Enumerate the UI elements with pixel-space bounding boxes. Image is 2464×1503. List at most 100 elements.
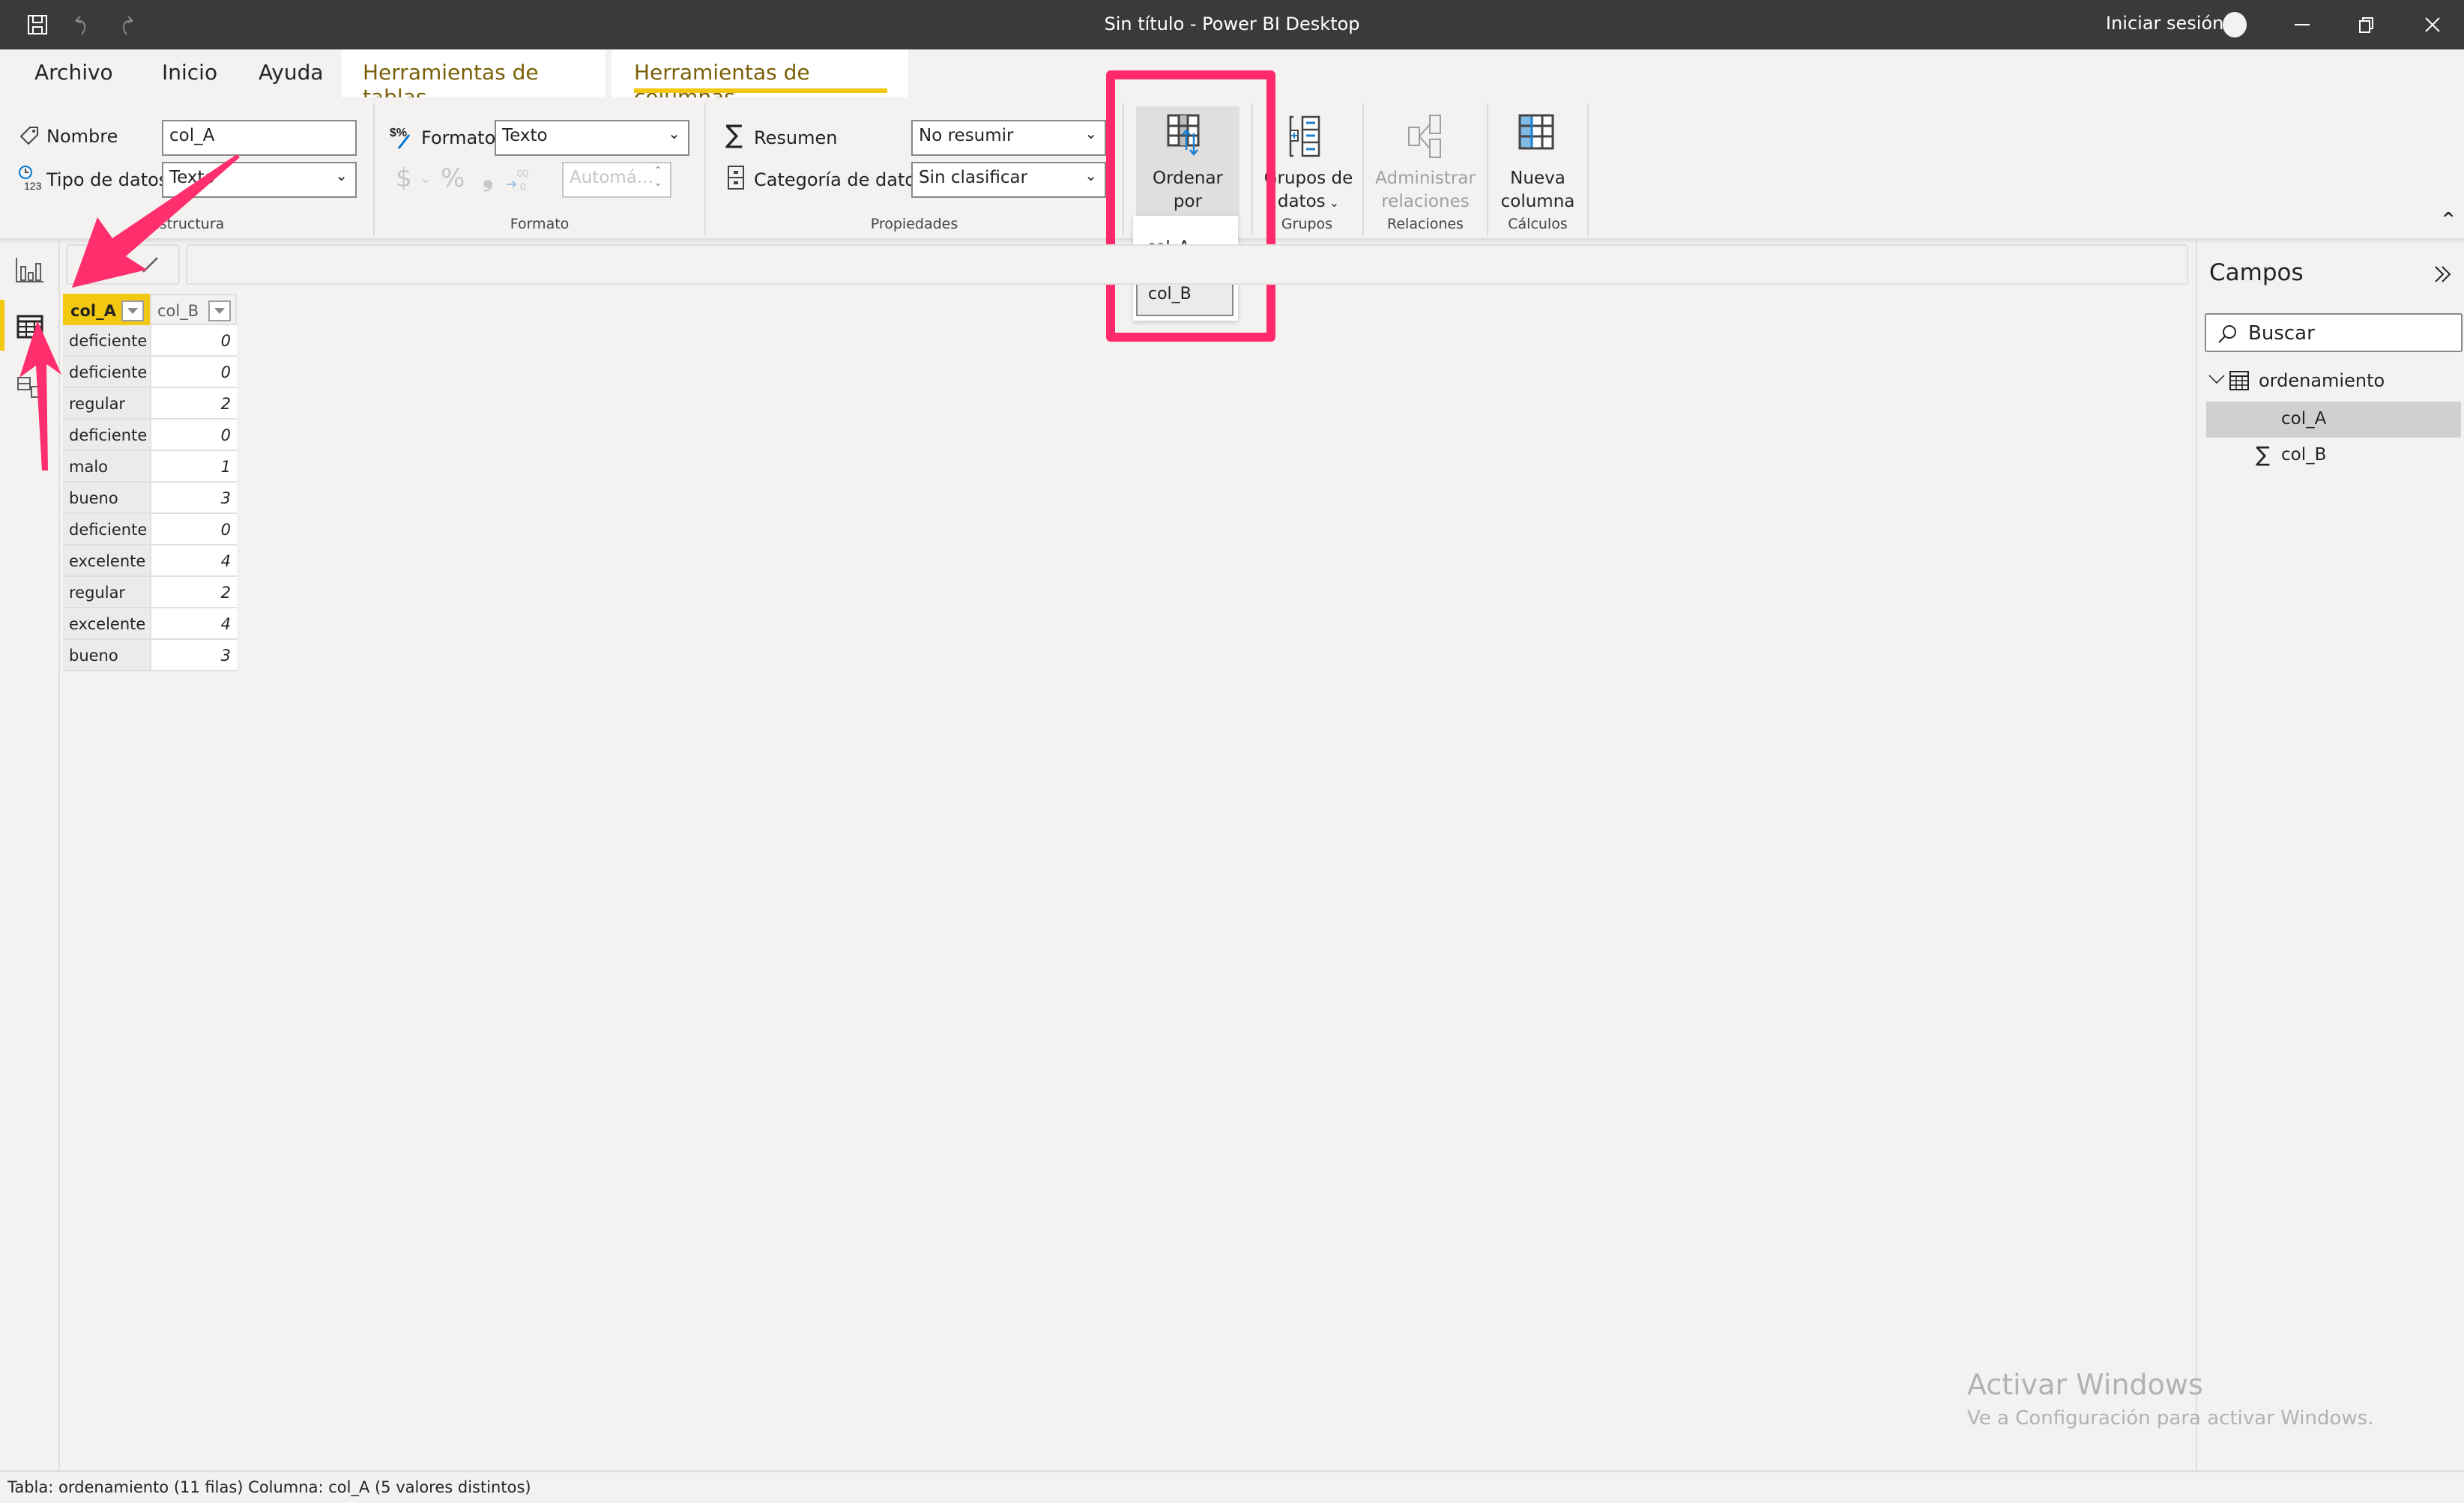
data-category-icon [728,166,744,190]
new-column-icon [1518,114,1554,150]
cell-col-b[interactable]: 0 [150,420,237,451]
tab-ayuda[interactable]: Ayuda [259,49,324,97]
manage-relationships-button[interactable]: Administrar relaciones [1364,106,1487,214]
categoria-label: Categoría de datos [754,169,925,190]
table-node-ordenamiento[interactable]: ordenamiento [2208,367,2463,397]
tab-herramientas-tablas[interactable]: Herramientas de tablas [342,49,606,109]
field-col-b[interactable]: ∑ col_B [2206,438,2461,474]
decimals-spinner[interactable]: Automá... ⌃ ⌄ [562,162,671,198]
fields-pane: Campos Buscar ordenamiento col_A ∑ col_B [2196,238,2464,1470]
column-header-col-a[interactable]: col_A [63,294,150,325]
fields-search-input[interactable]: Buscar [2205,313,2463,352]
cell-col-a[interactable]: deficiente [63,325,150,357]
new-column-button[interactable]: Nueva columna [1490,106,1586,214]
new-column-label-2: columna [1500,192,1575,211]
minimize-icon[interactable] [2280,7,2325,42]
close-icon[interactable] [2410,7,2455,42]
active-view-indicator [0,300,4,351]
cell-col-b[interactable]: 3 [150,640,237,671]
cell-col-b[interactable]: 4 [150,608,237,640]
bar-chart-icon[interactable] [13,253,46,286]
close-icon[interactable] [87,253,111,277]
cell-col-b[interactable]: 0 [150,325,237,357]
collapse-ribbon-icon[interactable]: ^ [2442,210,2455,229]
status-bar: Tabla: ordenamiento (11 filas) Columna: … [0,1470,2464,1503]
collapse-pane-icon[interactable] [2433,264,2454,285]
tab-archivo[interactable]: Archivo [34,49,113,97]
tab-inicio[interactable]: Inicio [162,49,217,97]
title-bar: Sin título - Power BI Desktop Iniciar se… [0,0,2464,49]
avatar[interactable] [2223,12,2247,37]
cell-col-b[interactable]: 0 [150,514,237,545]
formato-label: Formato [421,127,496,148]
formula-input[interactable] [186,244,2188,285]
cell-col-a[interactable]: malo [63,451,150,483]
field-name: col_B [2281,445,2327,465]
table-row: deficiente 0 [63,325,237,357]
percent-icon[interactable]: % [441,163,465,193]
data-groups-label-2: datos [1277,192,1326,211]
cell-col-a[interactable]: bueno [63,483,150,514]
column-header-label: col_A [70,302,116,320]
filter-dropdown-icon[interactable] [208,300,231,321]
signin-link[interactable]: Iniciar sesión [2106,13,2223,34]
cell-col-b[interactable]: 4 [150,545,237,577]
cell-col-a[interactable]: bueno [63,640,150,671]
table-grid-icon[interactable] [13,310,46,343]
spinner-icon: ⌃ ⌄ [653,165,662,189]
table-row: excelente 4 [63,545,237,577]
manage-relationships-label-2: relaciones [1381,192,1470,211]
check-icon[interactable] [136,256,159,274]
cell-col-b[interactable]: 3 [150,483,237,514]
table-row: deficiente 0 [63,357,237,388]
model-icon[interactable] [13,370,46,403]
table-row: excelente 4 [63,608,237,640]
column-header-label: col_B [157,302,199,320]
tab-herramientas-columnas[interactable]: Herramientas de columnas [612,49,908,109]
field-name: col_A [2281,409,2327,429]
manage-relationships-label-1: Administrar [1375,169,1476,188]
cell-col-b[interactable]: 0 [150,357,237,388]
cell-col-a[interactable]: regular [63,577,150,608]
filter-dropdown-icon[interactable] [121,300,144,321]
tipo-datos-select[interactable]: Texto ⌄ [162,162,357,198]
comma-icon[interactable]: ❟ [483,162,493,193]
cell-col-a[interactable]: deficiente [63,420,150,451]
chevron-down-icon: ⌄ [1084,166,1097,184]
cell-col-a[interactable]: deficiente [63,357,150,388]
categoria-select[interactable]: Sin clasificar ⌄ [911,162,1106,198]
field-col-a[interactable]: col_A [2206,402,2461,438]
table-row: bueno 3 [63,640,237,671]
nombre-input[interactable]: col_A [162,120,357,156]
formato-select[interactable]: Texto ⌄ [495,120,689,156]
chevron-down-icon: ⌄ [335,166,348,184]
format-icon: $% [390,127,411,149]
cell-col-a[interactable]: excelente [63,545,150,577]
group-label-formato: Formato [510,216,570,232]
sigma-icon: ∑ [2256,442,2270,467]
cell-col-a[interactable]: excelente [63,608,150,640]
group-label-calculos: Cálculos [1508,216,1568,232]
group-label-relaciones: Relaciones [1387,216,1464,232]
data-type-icon: 123 [19,166,42,192]
chevron-down-icon: ⌄ [1084,124,1097,142]
table-row: malo 1 [63,451,237,483]
table-row: deficiente 0 [63,420,237,451]
svg-text:.0: .0 [517,181,526,193]
activation-watermark-text: Ve a Configuración para activar Windows. [1967,1407,2374,1430]
table-name: ordenamiento [2259,370,2385,391]
column-header-col-b[interactable]: col_B [150,294,237,325]
decimal-icon[interactable]: .00.0 [505,166,531,193]
categoria-value: Sin clasificar [919,168,1028,187]
currency-icon[interactable]: $ [396,163,412,193]
chevron-down-icon: ⌄ [1325,196,1340,210]
cell-col-a[interactable]: regular [63,388,150,420]
restore-icon[interactable] [2344,7,2389,42]
nombre-label: Nombre [46,126,118,147]
cell-col-b[interactable]: 2 [150,577,237,608]
cell-col-b[interactable]: 1 [150,451,237,483]
cell-col-a[interactable]: deficiente [63,514,150,545]
cell-col-b[interactable]: 2 [150,388,237,420]
resumen-select[interactable]: No resumir ⌄ [911,120,1106,156]
table-row: regular 2 [63,388,237,420]
